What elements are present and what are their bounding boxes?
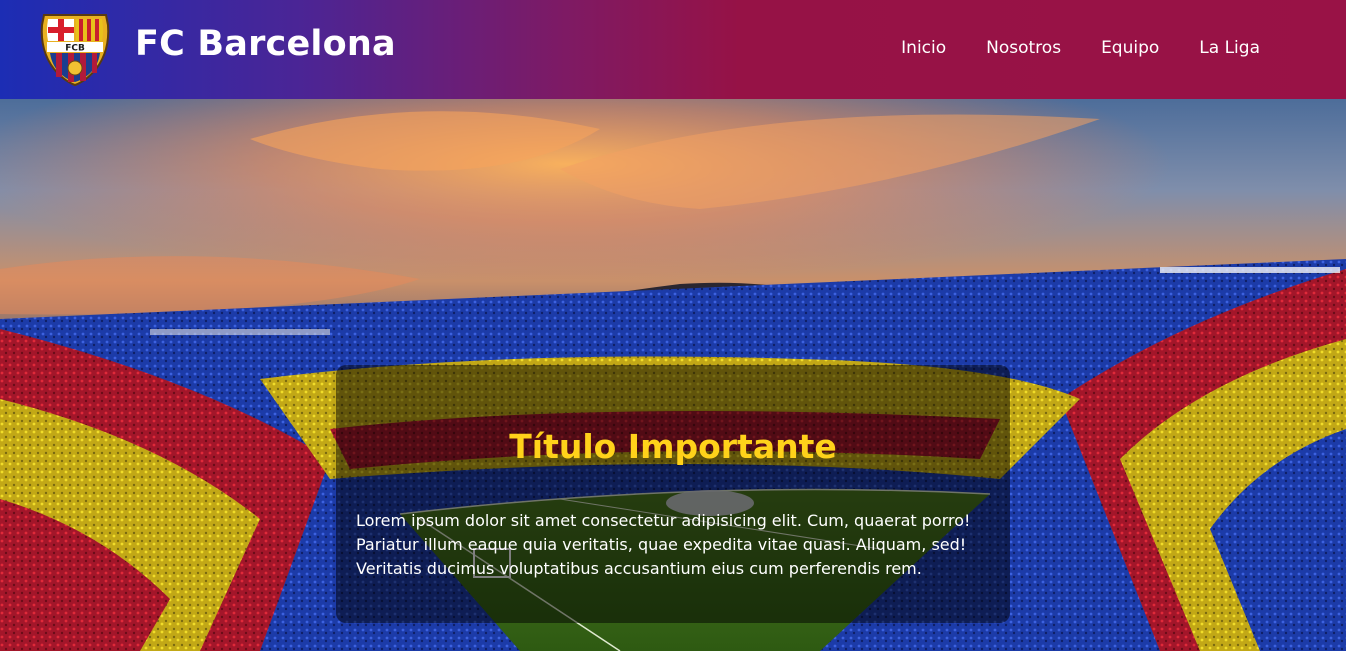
nav-link-nosotros[interactable]: Nosotros [986,38,1061,58]
site-header: FCB FC Barcelona Inicio Nosotros Equipo … [0,0,1346,99]
hero-card: Título Importante Lorem ipsum dolor sit … [336,365,1010,623]
site-title[interactable]: FC Barcelona [135,24,396,64]
svg-text:FCB: FCB [65,44,85,54]
nav-link-la-liga[interactable]: La Liga [1199,38,1260,58]
nav-link-inicio[interactable]: Inicio [901,38,946,58]
hero-text: Lorem ipsum dolor sit amet consectetur a… [356,511,971,578]
hero-title: Título Importante [509,427,837,466]
main-nav: Inicio Nosotros Equipo La Liga [901,38,1260,58]
fcb-crest-icon[interactable]: FCB [38,11,112,87]
nav-link-equipo[interactable]: Equipo [1101,38,1159,58]
hero-section: Título Importante Lorem ipsum dolor sit … [0,99,1346,651]
